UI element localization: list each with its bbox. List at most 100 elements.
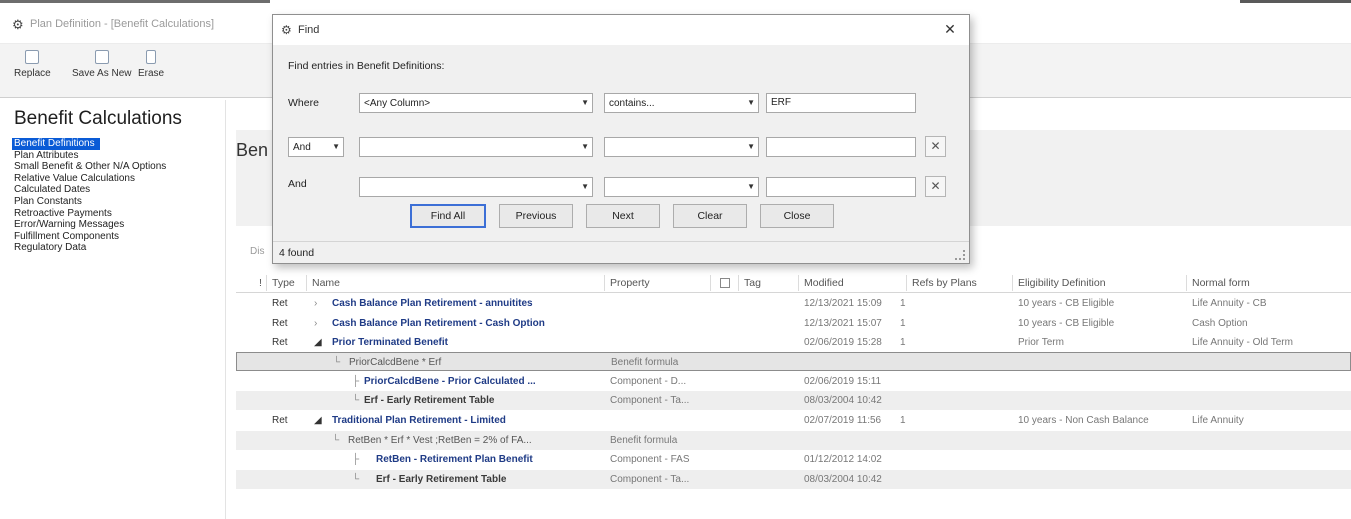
sidebar-item-small-benefit[interactable]: Small Benefit & Other N/A Options <box>12 161 226 173</box>
window-title: Plan Definition - [Benefit Calculations] <box>30 18 215 30</box>
expand-triangle-icon[interactable]: ◢ <box>314 337 322 348</box>
cell-refs: 1 <box>900 337 906 348</box>
gear-shield-icon: ⚙ <box>281 23 292 37</box>
cell-normal-form: Life Annuity - Old Term <box>1192 337 1293 348</box>
chevron-down-icon: ▼ <box>747 98 755 107</box>
sidebar-item-fulfillment[interactable]: Fulfillment Components <box>12 231 226 243</box>
col-separator <box>306 275 307 291</box>
table-row[interactable]: ├ PriorCalcdBene - Prior Calculated ... … <box>236 372 1351 391</box>
close-icon[interactable]: ✕ <box>941 20 959 38</box>
replace-button[interactable]: Replace <box>14 50 51 79</box>
tree-branch-icon: └ <box>333 357 341 368</box>
cell-name: RetBen * Erf * Vest ;RetBen = 2% of FA..… <box>348 435 532 446</box>
close-icon: ✕ <box>930 139 941 153</box>
cell-refs: 1 <box>900 318 906 329</box>
sidebar-item-relative-value[interactable]: Relative Value Calculations <box>12 173 226 185</box>
sidebar-item-retroactive-payments[interactable]: Retroactive Payments <box>12 208 226 220</box>
save-copy-icon <box>94 50 109 64</box>
value-input-1[interactable]: ERF <box>766 93 916 113</box>
chevron-down-icon: ▼ <box>747 142 755 151</box>
previous-button[interactable]: Previous <box>499 204 573 228</box>
sidebar-item-calculated-dates[interactable]: Calculated Dates <box>12 184 226 196</box>
logic-select-2-value: And <box>293 142 311 153</box>
cell-eligibility: 10 years - CB Eligible <box>1018 298 1115 309</box>
chevron-down-icon: ▼ <box>581 182 589 191</box>
cell-normal-form: Cash Option <box>1192 318 1248 329</box>
find-dialog: ⚙ Find ✕ Find entries in Benefit Definit… <box>272 14 970 264</box>
table-row[interactable]: └ Erf - Early Retirement Table Component… <box>236 470 1351 489</box>
col-separator <box>266 275 267 291</box>
cell-name: PriorCalcdBene * Erf <box>349 357 442 368</box>
find-dialog-titlebar[interactable]: ⚙ Find ✕ <box>273 15 969 45</box>
find-all-button[interactable]: Find All <box>410 204 486 228</box>
sidebar-item-regulatory-data[interactable]: Regulatory Data <box>12 242 226 254</box>
top-edge-left <box>0 0 270 3</box>
cell-refs: 1 <box>900 415 906 426</box>
table-row[interactable]: └ PriorCalcdBene * Erf Benefit formula <box>236 352 1351 371</box>
cell-modified: 08/03/2004 10:42 <box>804 395 882 406</box>
col-refs-by-plans[interactable]: Refs by Plans <box>912 277 977 289</box>
operator-select-2[interactable]: ▼ <box>604 137 759 157</box>
remove-row-3-button[interactable]: ✕ <box>925 176 946 197</box>
chevron-down-icon: ▼ <box>747 182 755 191</box>
col-name[interactable]: Name <box>312 277 340 289</box>
table-row[interactable]: Ret ◢ Prior Terminated Benefit 02/06/201… <box>236 333 1351 352</box>
cell-modified: 01/12/2012 14:02 <box>804 454 882 465</box>
table-row[interactable]: Ret › Cash Balance Plan Retirement - Cas… <box>236 314 1351 333</box>
table-row[interactable]: Ret ◢ Traditional Plan Retirement - Limi… <box>236 411 1351 430</box>
expand-triangle-icon[interactable]: ◢ <box>314 415 322 426</box>
sidebar-item-plan-constants[interactable]: Plan Constants <box>12 196 226 208</box>
close-button[interactable]: Close <box>760 204 834 228</box>
col-tag[interactable]: Tag <box>744 277 761 289</box>
table-row[interactable]: ├ RetBen - Retirement Plan Benefit Compo… <box>236 450 1351 469</box>
cell-name: Erf - Early Retirement Table <box>364 395 495 406</box>
save-as-new-label: Save As New <box>72 68 132 79</box>
cell-type: Ret <box>272 298 288 309</box>
erase-label: Erase <box>138 68 165 79</box>
operator-select-3[interactable]: ▼ <box>604 177 759 197</box>
column-select-1[interactable]: <Any Column> ▼ <box>359 93 593 113</box>
col-modified[interactable]: Modified <box>804 277 844 289</box>
save-as-new-button[interactable]: Save As New <box>72 50 131 79</box>
col-normal-form[interactable]: Normal form <box>1192 277 1250 289</box>
value-input-2[interactable] <box>766 137 916 157</box>
cell-modified: 02/06/2019 15:28 <box>804 337 882 348</box>
col-property[interactable]: Property <box>610 277 650 289</box>
found-count: 4 found <box>279 247 315 259</box>
table-row[interactable]: └ Erf - Early Retirement Table Component… <box>236 391 1351 410</box>
cell-property: Benefit formula <box>610 435 678 446</box>
remove-row-2-button[interactable]: ✕ <box>925 136 946 157</box>
sidebar-item-plan-attributes[interactable]: Plan Attributes <box>12 150 226 162</box>
tree-branch-icon: ├ <box>352 376 360 387</box>
col-separator <box>1012 275 1013 291</box>
cell-property: Component - FAS <box>610 454 690 465</box>
column-select-3[interactable]: ▼ <box>359 177 593 197</box>
sidebar-heading: Benefit Calculations <box>14 108 182 129</box>
column-select-2[interactable]: ▼ <box>359 137 593 157</box>
sidebar-item-benefit-definitions[interactable]: Benefit Definitions <box>12 138 100 150</box>
erase-button[interactable]: Erase <box>138 50 164 79</box>
col-separator <box>604 275 605 291</box>
col-flag[interactable]: ! <box>259 277 262 289</box>
col-eligibility[interactable]: Eligibility Definition <box>1018 277 1106 289</box>
image-column-icon <box>720 278 730 288</box>
next-button[interactable]: Next <box>586 204 660 228</box>
cell-name: Erf - Early Retirement Table <box>376 474 507 485</box>
resize-grip-icon[interactable] <box>955 250 965 260</box>
where-label: Where <box>288 97 319 109</box>
table-row[interactable]: Ret › Cash Balance Plan Retirement - ann… <box>236 294 1351 313</box>
table-row[interactable]: └ RetBen * Erf * Vest ;RetBen = 2% of FA… <box>236 431 1351 450</box>
col-separator <box>798 275 799 291</box>
cell-normal-form: Life Annuity - CB <box>1192 298 1267 309</box>
find-dialog-title: Find <box>298 24 320 36</box>
col-separator <box>738 275 739 291</box>
clear-button[interactable]: Clear <box>673 204 747 228</box>
cell-modified: 12/13/2021 15:07 <box>804 318 882 329</box>
sidebar-item-error-warning[interactable]: Error/Warning Messages <box>12 219 226 231</box>
logic-select-2[interactable]: And ▼ <box>288 137 344 157</box>
value-input-3[interactable] <box>766 177 916 197</box>
find-status-bar: 4 found <box>273 241 969 263</box>
operator-select-1[interactable]: contains... ▼ <box>604 93 759 113</box>
sidebar: Benefit Calculations Benefit Definitions… <box>8 100 226 519</box>
col-type[interactable]: Type <box>272 277 295 289</box>
